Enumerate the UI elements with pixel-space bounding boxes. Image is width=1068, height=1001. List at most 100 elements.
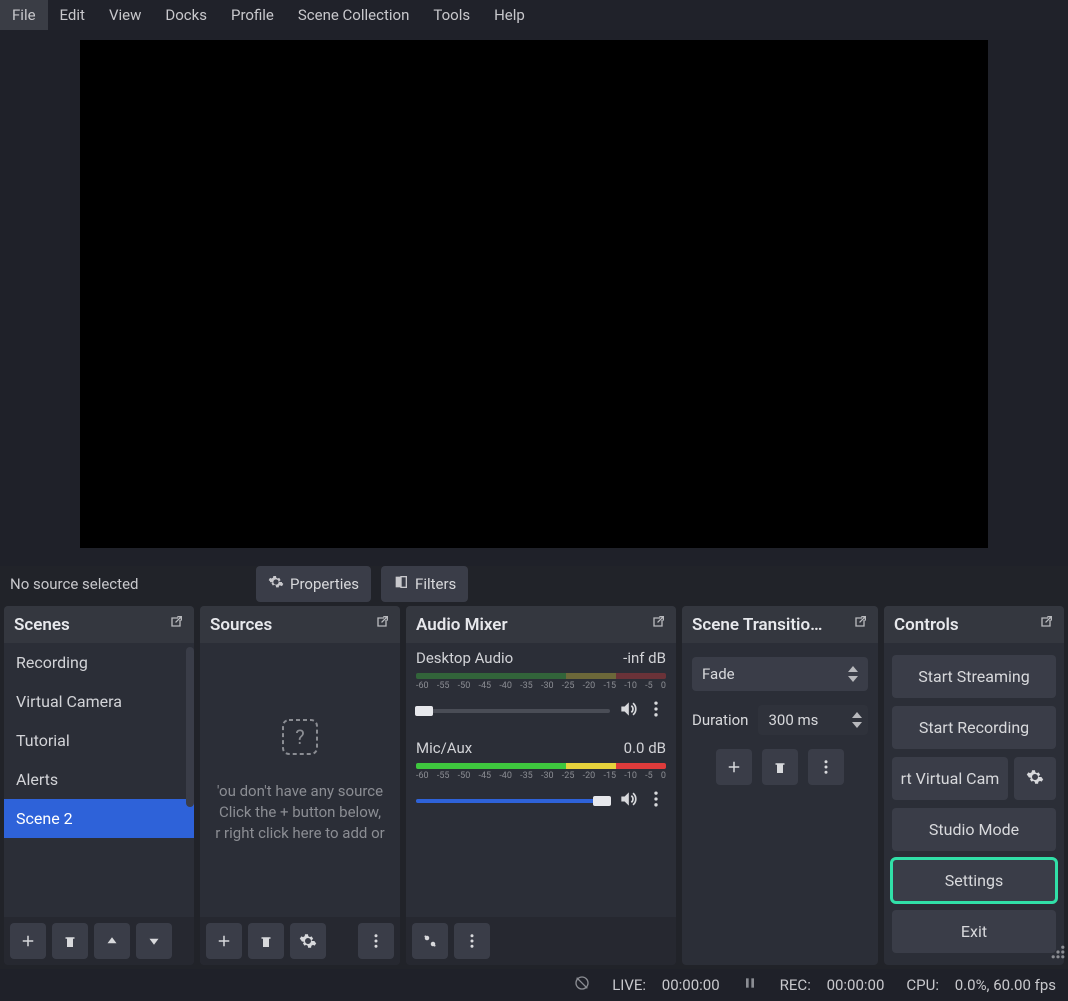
meter-ticks: -60-55-50-45-40-35-30-25-20-15-10-50 [416, 681, 666, 691]
audio-meter [416, 763, 666, 769]
preview-canvas[interactable] [80, 40, 988, 548]
question-icon: ? [280, 717, 320, 781]
scene-item[interactable]: Tutorial [4, 721, 194, 760]
popout-icon[interactable] [374, 614, 390, 635]
mixer-advanced-button[interactable] [412, 923, 448, 959]
mixer-body: Desktop Audio -inf dB -60-55-50-45-40-35… [406, 643, 676, 917]
popout-icon[interactable] [650, 614, 666, 635]
start-virtual-cam-button[interactable]: rt Virtual Cam [892, 757, 1008, 800]
transition-add-button[interactable] [716, 749, 752, 785]
track-name: Desktop Audio [416, 649, 513, 667]
scenes-panel: Scenes Recording Virtual Camera Tutorial… [4, 606, 194, 965]
speaker-icon[interactable] [618, 699, 638, 723]
start-streaming-button[interactable]: Start Streaming [892, 655, 1056, 698]
track-name: Mic/Aux [416, 739, 472, 757]
volume-slider[interactable] [416, 799, 610, 803]
menu-docks[interactable]: Docks [153, 0, 219, 30]
menu-bar: File Edit View Docks Profile Scene Colle… [0, 0, 1068, 30]
popout-icon[interactable] [168, 614, 184, 635]
filters-label: Filters [415, 575, 456, 593]
properties-label: Properties [290, 575, 359, 593]
docks-row: Scenes Recording Virtual Camera Tutorial… [0, 602, 1068, 969]
menu-help[interactable]: Help [482, 0, 537, 30]
mixer-menu-button[interactable] [454, 923, 490, 959]
start-recording-button[interactable]: Start Recording [892, 706, 1056, 749]
track-menu-button[interactable] [646, 789, 666, 813]
status-network [574, 975, 590, 995]
transitions-panel: Scene Transitio… Fade Duration 300 ms [682, 606, 878, 965]
audio-mixer-panel: Audio Mixer Desktop Audio -inf dB -60-55… [406, 606, 676, 965]
transition-selected: Fade [702, 665, 735, 683]
status-cpu: CPU: 0.0%, 60.00 fps [906, 976, 1056, 994]
status-rec: REC: 00:00:00 [780, 976, 885, 994]
resize-grip-icon[interactable] [1050, 944, 1066, 964]
scenes-list: Recording Virtual Camera Tutorial Alerts… [4, 643, 194, 838]
scene-remove-button[interactable] [52, 923, 88, 959]
controls-title: Controls [894, 615, 959, 635]
scene-item[interactable]: Recording [4, 643, 194, 682]
status-rec-icon [742, 975, 758, 995]
pause-icon [742, 975, 758, 995]
mixer-title: Audio Mixer [416, 615, 508, 635]
sources-title: Sources [210, 615, 272, 635]
meter-ticks: -60-55-50-45-40-35-30-25-20-15-10-50 [416, 771, 666, 781]
menu-tools[interactable]: Tools [421, 0, 482, 30]
filters-button[interactable]: Filters [381, 566, 468, 602]
menu-profile[interactable]: Profile [219, 0, 286, 30]
svg-text:?: ? [295, 725, 304, 749]
transitions-title: Scene Transitio… [692, 615, 822, 635]
network-icon [574, 975, 590, 995]
source-toolbar: No source selected Properties Filters [0, 566, 1068, 602]
preview-region [0, 30, 1068, 566]
scenes-title: Scenes [14, 615, 70, 635]
audio-track: Desktop Audio -inf dB -60-55-50-45-40-35… [406, 643, 676, 733]
studio-mode-button[interactable]: Studio Mode [892, 808, 1056, 851]
track-menu-button[interactable] [646, 699, 666, 723]
scene-item[interactable]: Scene 2 [4, 799, 194, 838]
controls-panel: Controls Start Streaming Start Recording… [884, 606, 1064, 965]
popout-icon[interactable] [1038, 614, 1054, 635]
volume-slider[interactable] [416, 709, 610, 713]
scene-item[interactable]: Virtual Camera [4, 682, 194, 721]
gear-icon [1026, 768, 1044, 790]
exit-button[interactable]: Exit [892, 910, 1056, 953]
audio-meter [416, 673, 666, 679]
speaker-icon[interactable] [618, 789, 638, 813]
track-level: -inf dB [623, 649, 666, 667]
duration-input[interactable]: 300 ms [758, 705, 868, 735]
sources-panel: Sources ? 'ou don't have any source Clic… [200, 606, 400, 965]
scrollbar[interactable] [186, 647, 194, 807]
sources-empty-line1: 'ou don't have any source [217, 781, 383, 802]
popout-icon[interactable] [852, 614, 868, 635]
no-source-label: No source selected [6, 575, 246, 593]
source-menu-button[interactable] [358, 923, 394, 959]
source-properties-button[interactable] [290, 923, 326, 959]
menu-file[interactable]: File [0, 0, 48, 30]
scene-item[interactable]: Alerts [4, 760, 194, 799]
scene-move-up-button[interactable] [94, 923, 130, 959]
updown-icon [852, 712, 862, 728]
sources-empty-line2: Click the + button below, [219, 802, 381, 823]
source-add-button[interactable] [206, 923, 242, 959]
transition-menu-button[interactable] [808, 749, 844, 785]
updown-icon [848, 666, 858, 682]
filter-icon [393, 574, 409, 594]
virtual-cam-settings-button[interactable] [1014, 757, 1056, 800]
scene-add-button[interactable] [10, 923, 46, 959]
status-live: LIVE: 00:00:00 [612, 976, 719, 994]
status-bar: LIVE: 00:00:00 REC: 00:00:00 CPU: 0.0%, … [0, 969, 1068, 1001]
menu-view[interactable]: View [97, 0, 153, 30]
audio-track: Mic/Aux 0.0 dB -60-55-50-45-40-35-30-25-… [406, 733, 676, 823]
source-remove-button[interactable] [248, 923, 284, 959]
settings-button[interactable]: Settings [892, 859, 1056, 902]
menu-scene-collection[interactable]: Scene Collection [286, 0, 421, 30]
sources-empty-state[interactable]: ? 'ou don't have any source Click the + … [200, 643, 400, 917]
duration-label: Duration [692, 711, 748, 729]
properties-button[interactable]: Properties [256, 566, 371, 602]
transition-remove-button[interactable] [762, 749, 798, 785]
scene-move-down-button[interactable] [136, 923, 172, 959]
gear-icon [268, 574, 284, 594]
menu-edit[interactable]: Edit [48, 0, 97, 30]
transition-select[interactable]: Fade [692, 657, 868, 691]
sources-empty-line3: r right click here to add or [215, 823, 384, 844]
